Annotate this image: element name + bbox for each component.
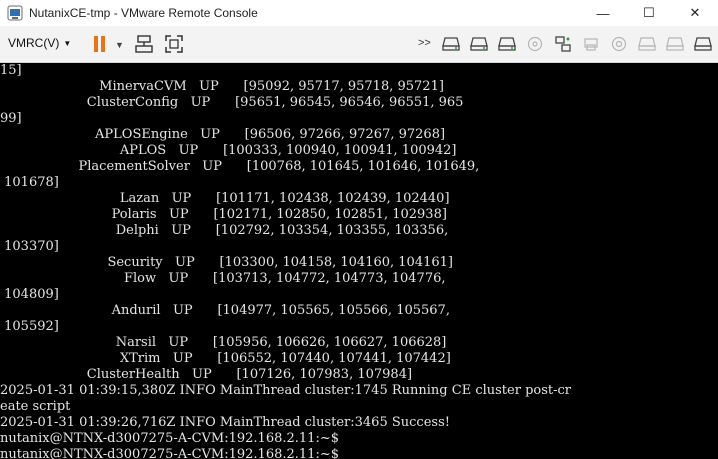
console-line: Polaris UP [102171, 102850, 102851, 1029… xyxy=(0,207,447,222)
sound-icon xyxy=(611,36,627,52)
chevron-down-icon: ▼ xyxy=(63,38,72,48)
disk-icon xyxy=(638,37,656,51)
removable-device-1-button[interactable] xyxy=(441,34,461,54)
minimize-button[interactable]: — xyxy=(580,0,626,26)
fullscreen-button[interactable] xyxy=(164,34,184,54)
console-line: 101678] xyxy=(0,175,59,190)
close-icon: ✕ xyxy=(689,5,701,20)
usb-device-2-button[interactable] xyxy=(665,34,685,54)
console-line: ClusterHealth UP [107126, 107983, 107984… xyxy=(0,367,413,382)
usb-device-1-button[interactable] xyxy=(637,34,657,54)
overflow-button[interactable]: >> xyxy=(418,37,431,49)
pause-menu-caret[interactable]: ▼ xyxy=(115,40,124,50)
hard-disk-icon xyxy=(470,37,488,51)
toolbar: VMRC(V) ▼ ▼ >> xyxy=(0,26,718,63)
hard-disk-icon xyxy=(442,37,460,51)
console-line: nutanix@NTNX-d3007275-A-CVM:192.168.2.11… xyxy=(0,447,339,459)
guest-console[interactable]: 15] MinervaCVM UP [95092, 95717, 95718, … xyxy=(0,63,718,459)
console-line: MinervaCVM UP [95092, 95717, 95718, 9572… xyxy=(0,79,444,94)
vmrc-window: NutanixCE-tmp - VMware Remote Console — … xyxy=(0,0,718,459)
window-title: NutanixCE-tmp - VMware Remote Console xyxy=(29,6,258,20)
pause-icon xyxy=(94,36,105,52)
console-line: Security UP [103300, 104158, 104160, 104… xyxy=(0,255,453,270)
console-line: 99] xyxy=(0,111,22,126)
removable-device-3-button[interactable] xyxy=(497,34,517,54)
sound-card-button[interactable] xyxy=(609,34,629,54)
network-icon xyxy=(555,36,571,52)
console-line: nutanix@NTNX-d3007275-A-CVM:192.168.2.11… xyxy=(0,431,339,446)
title-bar[interactable]: NutanixCE-tmp - VMware Remote Console — … xyxy=(0,0,718,26)
console-line: APLOSEngine UP [96506, 97266, 97267, 972… xyxy=(0,127,446,142)
console-line: XTrim UP [106552, 107440, 107441, 107442… xyxy=(0,351,451,366)
vmrc-app-icon xyxy=(7,5,23,21)
minimize-icon: — xyxy=(596,5,610,21)
vmrc-menu-button[interactable]: VMRC(V) ▼ xyxy=(8,36,71,50)
console-line: 105592] xyxy=(0,319,59,334)
printer-icon xyxy=(584,38,598,51)
maximize-button[interactable]: ☐ xyxy=(626,0,672,26)
console-line: ClusterConfig UP [95651, 96545, 96546, 9… xyxy=(0,95,464,110)
send-ctrl-alt-del-button[interactable] xyxy=(134,34,154,54)
console-line: 15] xyxy=(0,63,22,78)
console-line: 103370] xyxy=(0,239,59,254)
console-line: Narsil UP [105956, 106626, 106627, 10662… xyxy=(0,335,447,350)
fullscreen-icon xyxy=(165,35,183,53)
window-controls: — ☐ ✕ xyxy=(580,0,718,26)
console-line: PlacementSolver UP [100768, 101645, 1016… xyxy=(0,159,480,174)
vmrc-menu-label: VMRC(V) xyxy=(8,36,60,50)
console-line: APLOS UP [100333, 100940, 100941, 100942… xyxy=(0,143,457,158)
network-adapter-button[interactable] xyxy=(553,34,573,54)
close-button[interactable]: ✕ xyxy=(672,0,718,26)
maximize-icon: ☐ xyxy=(643,5,655,20)
cd-icon xyxy=(527,36,543,52)
removable-device-2-button[interactable] xyxy=(469,34,489,54)
console-line: 104809] xyxy=(0,287,59,302)
usb-device-3-button[interactable] xyxy=(693,34,713,54)
console-line: eate script xyxy=(0,399,71,414)
cd-drive-button[interactable] xyxy=(525,34,545,54)
network-devices-icon xyxy=(135,35,153,53)
disk-icon xyxy=(666,37,684,51)
printer-button[interactable] xyxy=(581,34,601,54)
console-line: 2025-01-31 01:39:26,716Z INFO MainThread… xyxy=(0,415,450,430)
hard-disk-icon xyxy=(498,37,516,51)
console-line: Anduril UP [104977, 105565, 105566, 1055… xyxy=(0,303,450,318)
console-line: 2025-01-31 01:39:15,380Z INFO MainThread… xyxy=(0,383,571,398)
console-line: Flow UP [103713, 104772, 104773, 104776, xyxy=(0,271,446,286)
disk-icon xyxy=(694,37,712,51)
console-line: Delphi UP [102792, 103354, 103355, 10335… xyxy=(0,223,449,238)
pause-button[interactable] xyxy=(90,34,110,54)
console-line: Lazan UP [101171, 102438, 102439, 102440… xyxy=(0,191,450,206)
